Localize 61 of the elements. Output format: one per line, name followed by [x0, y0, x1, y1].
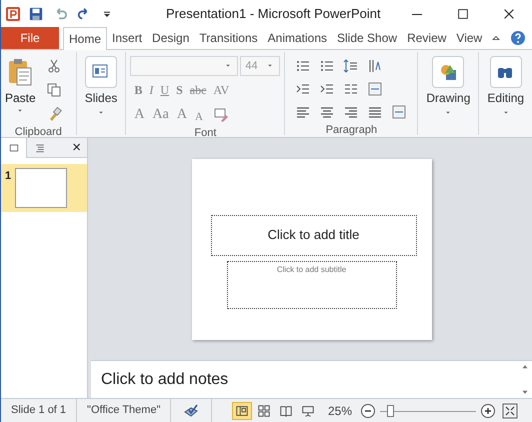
drawing-button[interactable]: Drawing — [422, 56, 474, 118]
zoom-level: 25% — [328, 402, 352, 420]
copy-glyph — [46, 82, 62, 98]
show-view-icon — [300, 404, 315, 418]
close-pane-button[interactable]: × — [72, 140, 81, 155]
save-icon[interactable] — [27, 5, 45, 23]
bullets-glyph — [295, 58, 312, 74]
close-icon — [502, 7, 516, 21]
slide-number: 1 — [5, 169, 12, 184]
clear-glyph — [212, 107, 229, 123]
slides-button[interactable]: Slides — [80, 56, 122, 118]
help-icon[interactable] — [508, 28, 528, 48]
clipboard-icon — [7, 56, 34, 88]
ribbon-tab[interactable]: Design — [147, 27, 194, 49]
zoom-slider[interactable] — [380, 404, 476, 418]
scissors-glyph — [46, 58, 62, 74]
reading-view-icon — [278, 404, 293, 418]
slide-canvas[interactable]: Click to add title Click to add subtitle — [192, 158, 432, 340]
slide-icon — [8, 142, 20, 154]
group-label: Clipboard — [14, 124, 62, 140]
minus-glyph — [360, 402, 376, 418]
plus-glyph — [480, 402, 496, 418]
save-glyph — [29, 7, 43, 21]
app-logo-icon — [5, 6, 21, 22]
paste-button[interactable]: Paste — [5, 56, 36, 124]
pane-tab[interactable] — [1, 138, 27, 158]
sorter-view-icon — [256, 404, 271, 418]
view-button[interactable] — [232, 402, 252, 420]
ribbon-tab[interactable]: Slide Show — [332, 27, 402, 49]
fit-to-window-icon[interactable] — [500, 400, 520, 420]
spell-glyph — [183, 402, 200, 418]
slide-thumbnail-row[interactable]: 1 — [1, 164, 87, 212]
ribbon-tab[interactable]: Review — [402, 27, 452, 49]
ribbon-tab[interactable]: Home — [63, 27, 108, 50]
ribbon-tab[interactable]: Transitions — [194, 27, 263, 49]
fit-glyph — [502, 402, 518, 418]
box-glyph — [391, 104, 408, 120]
subtitle-placeholder[interactable]: Click to add subtitle — [226, 260, 396, 308]
title-placeholder[interactable]: Click to add title — [210, 214, 416, 256]
maximize-icon — [456, 7, 470, 21]
textdir-glyph — [367, 58, 384, 74]
theme-status: "Office Theme" — [77, 399, 172, 422]
bullets-glyph — [319, 58, 336, 74]
editing-button[interactable]: Editing — [483, 56, 528, 118]
shapes-icon — [438, 62, 458, 82]
zoom-thumb[interactable] — [386, 404, 394, 416]
ribbon-tab[interactable]: View — [451, 27, 488, 49]
spacing-glyph — [343, 58, 360, 74]
slide-thumbnail[interactable] — [15, 168, 68, 208]
slide-count-status: Slide 1 of 1 — [1, 399, 78, 422]
ribbon-tab[interactable]: Animations — [262, 27, 332, 49]
outline-icon — [34, 142, 46, 154]
window-title: Presentation1 - Microsoft PowerPoint — [166, 5, 381, 24]
font-name-field[interactable] — [130, 56, 238, 76]
file-tab[interactable]: File — [1, 27, 59, 49]
normal-view-icon — [234, 404, 249, 418]
ribbon-tab[interactable]: Insert — [107, 27, 148, 49]
group-label: Paragraph — [326, 122, 378, 138]
box-glyph — [367, 81, 384, 97]
group-label: Font — [194, 126, 216, 141]
help-glyph — [510, 30, 526, 46]
